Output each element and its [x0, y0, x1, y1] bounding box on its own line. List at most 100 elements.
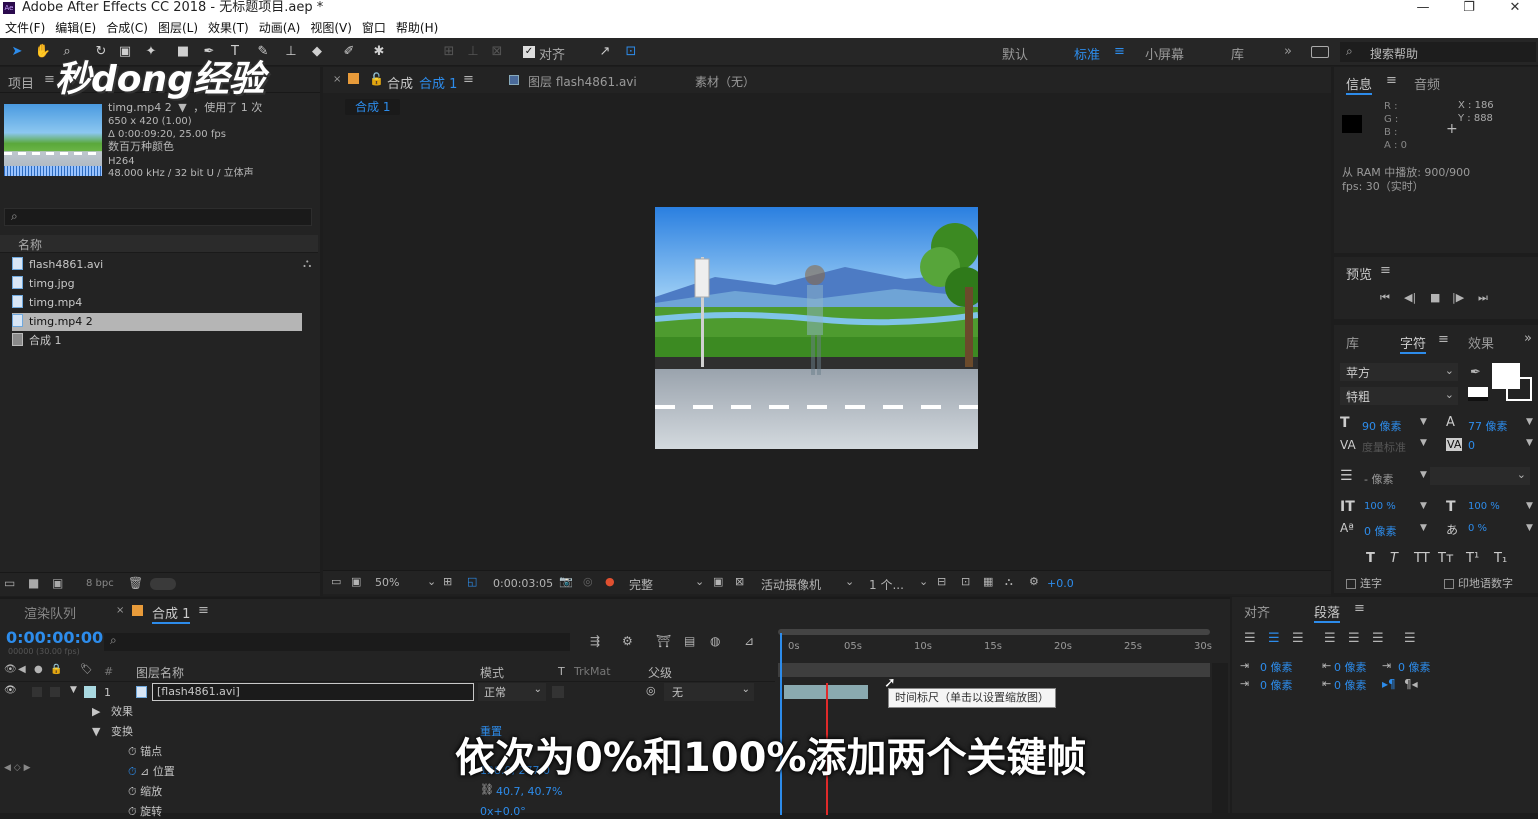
clone-tool-icon[interactable]: ⊥: [282, 43, 300, 61]
stopwatch-icon[interactable]: ⏱: [128, 745, 137, 758]
name-column-label[interactable]: 名称: [18, 236, 42, 253]
sync-settings-icon[interactable]: [1311, 46, 1329, 58]
preview-menu-icon[interactable]: ≡: [1380, 263, 1391, 278]
new-folder-icon[interactable]: ■: [28, 576, 39, 590]
project-item-mp4[interactable]: timg.mp4: [12, 294, 302, 312]
stroke-style-select[interactable]: ⌄: [1430, 467, 1530, 485]
solo-toggle[interactable]: [32, 687, 42, 697]
reset-exposure-icon[interactable]: ⊡: [961, 575, 970, 588]
ligatures-checkbox[interactable]: [1346, 579, 1356, 589]
close-tab-icon[interactable]: ×: [116, 605, 124, 616]
layer-name-field[interactable]: [flash4861.avi]: [152, 683, 474, 701]
prev-keyframe-icon[interactable]: ◀: [4, 763, 11, 773]
project-tab[interactable]: 项目: [8, 73, 34, 92]
justify-left-icon[interactable]: ☰: [1324, 631, 1336, 646]
font-family-select[interactable]: 苹方 ⌄: [1340, 363, 1458, 381]
next-keyframe-icon[interactable]: ▶: [24, 763, 31, 773]
flowchart-icon[interactable]: ⛬: [1005, 575, 1013, 589]
vertical-scale-value[interactable]: 100 %: [1364, 501, 1396, 512]
help-search-input[interactable]: ⌕ 搜索帮助: [1340, 42, 1536, 62]
blend-mode-select[interactable]: 正常 ⌄: [478, 683, 546, 701]
mode-column[interactable]: 模式: [480, 664, 504, 681]
footage-tab[interactable]: 素材（无）: [695, 73, 755, 90]
chevron-down-icon[interactable]: ⌄: [695, 575, 704, 588]
workspace-libraries[interactable]: 库: [1231, 44, 1244, 63]
character-menu-icon[interactable]: ≡: [1438, 332, 1449, 347]
project-menu-icon[interactable]: ≡: [44, 72, 55, 87]
chevron-down-icon[interactable]: ▼: [1420, 438, 1427, 448]
selection-tool-icon[interactable]: ➤: [8, 43, 26, 61]
bit-depth[interactable]: 8 bpc: [86, 578, 114, 589]
link-icon[interactable]: ⛓: [480, 783, 494, 796]
comp-breadcrumb[interactable]: 合成 1: [345, 99, 401, 115]
toggle-mask-icon[interactable]: ⊠: [735, 575, 744, 588]
next-frame-icon[interactable]: |▶: [1452, 291, 1464, 304]
snap-grid-icon[interactable]: ⊡: [622, 43, 640, 61]
justify-all-icon[interactable]: ☰: [1404, 631, 1416, 646]
comp-tab-name[interactable]: 合成 1: [419, 73, 457, 92]
fast-preview-icon[interactable]: ▣: [713, 575, 723, 588]
align-left-icon[interactable]: ☰: [1244, 631, 1256, 646]
parent-select[interactable]: 无 ⌄: [664, 683, 754, 701]
roto-brush-tool-icon[interactable]: ✐: [340, 43, 358, 61]
info-tab[interactable]: 信息: [1346, 74, 1373, 95]
effects-group-row[interactable]: ▶ 效果: [92, 703, 133, 719]
time-ruler[interactable]: 0s 05s 10s 15s 20s 25s 30s: [778, 637, 1212, 661]
chevron-down-icon[interactable]: ⌄: [919, 575, 928, 588]
prev-frame-icon[interactable]: ◀|: [1404, 291, 1416, 304]
info-menu-icon[interactable]: ≡: [1386, 73, 1397, 88]
zoom-select[interactable]: 50%: [375, 576, 399, 589]
color-channels-icon[interactable]: ●: [605, 575, 615, 588]
position-row[interactable]: ⏱ ⊿ 位置: [128, 763, 175, 779]
lock-toggle[interactable]: [50, 687, 60, 697]
superscript-icon[interactable]: T¹: [1466, 551, 1479, 566]
add-keyframe-icon[interactable]: ◇: [14, 763, 21, 773]
menu-edit[interactable]: 编辑(E): [50, 18, 101, 39]
layer-row[interactable]: 👁 ▼ 1 [flash4861.avi] 正常 ⌄ ◎ 无 ⌄: [0, 683, 775, 703]
chevron-down-icon[interactable]: ▼: [1526, 523, 1533, 533]
eyedropper-icon[interactable]: ✒: [1470, 365, 1481, 380]
draft-3d-icon[interactable]: ⚙: [622, 634, 633, 648]
indent-left-value[interactable]: 0 像素: [1260, 659, 1293, 675]
world-axis-icon[interactable]: ⊥: [464, 43, 482, 61]
stopwatch-icon[interactable]: ⏱: [128, 785, 137, 798]
audio-tab[interactable]: 音频: [1414, 74, 1440, 93]
hindi-digits-checkbox[interactable]: [1444, 579, 1454, 589]
eraser-tool-icon[interactable]: ◆: [308, 43, 326, 61]
timeline-icon[interactable]: ▦: [983, 575, 993, 588]
layer-search-input[interactable]: ⌕: [104, 633, 570, 651]
menu-view[interactable]: 视图(V): [305, 18, 357, 39]
monitor-icon[interactable]: ▣: [351, 575, 361, 588]
trash-icon[interactable]: 🗑: [128, 576, 143, 590]
menu-composition[interactable]: 合成(C): [101, 18, 153, 39]
snap-checkbox[interactable]: ✓: [523, 46, 535, 58]
font-style-select[interactable]: 特粗 ⌄: [1340, 387, 1458, 405]
swap-colors-icon[interactable]: [1468, 387, 1488, 401]
close-tab-icon[interactable]: ×: [333, 74, 341, 85]
first-line-value[interactable]: 0 像素: [1260, 677, 1293, 693]
menu-animation[interactable]: 动画(A): [254, 18, 306, 39]
project-item-flash[interactable]: flash4861.avi: [12, 256, 302, 274]
dropdown-arrow-icon[interactable]: ▼: [178, 101, 186, 114]
project-item-jpg[interactable]: timg.jpg: [12, 275, 302, 293]
tracking-value[interactable]: 0: [1468, 439, 1475, 452]
timeline-timecode[interactable]: 0:00:00:00: [6, 628, 103, 647]
project-search-input[interactable]: ⌕: [4, 208, 312, 226]
chevron-down-icon[interactable]: ▼: [1526, 438, 1533, 448]
shy-layers-icon[interactable]: ⛩: [656, 634, 671, 648]
comp-flowchart-icon[interactable]: ⇶: [590, 634, 600, 648]
parent-column[interactable]: 父级: [648, 664, 672, 681]
transform-group-row[interactable]: ▼ 变换: [92, 723, 133, 739]
comp-tab-menu-icon[interactable]: ≡: [463, 72, 474, 87]
align-center-icon[interactable]: ☰: [1268, 631, 1280, 646]
justify-center-icon[interactable]: ☰: [1348, 631, 1360, 646]
show-snapshot-icon[interactable]: ◎: [583, 575, 593, 588]
flowchart-icon[interactable]: ⛬: [303, 256, 311, 271]
stopwatch-active-icon[interactable]: ⏱: [128, 765, 137, 778]
library-tab[interactable]: 库: [1346, 333, 1359, 352]
stroke-color-swatch[interactable]: [1506, 377, 1532, 401]
overflow-icon[interactable]: »: [1524, 331, 1532, 346]
faux-italic-icon[interactable]: T: [1390, 551, 1398, 566]
justify-right-icon[interactable]: ☰: [1372, 631, 1384, 646]
menu-layer[interactable]: 图层(L): [153, 18, 203, 39]
